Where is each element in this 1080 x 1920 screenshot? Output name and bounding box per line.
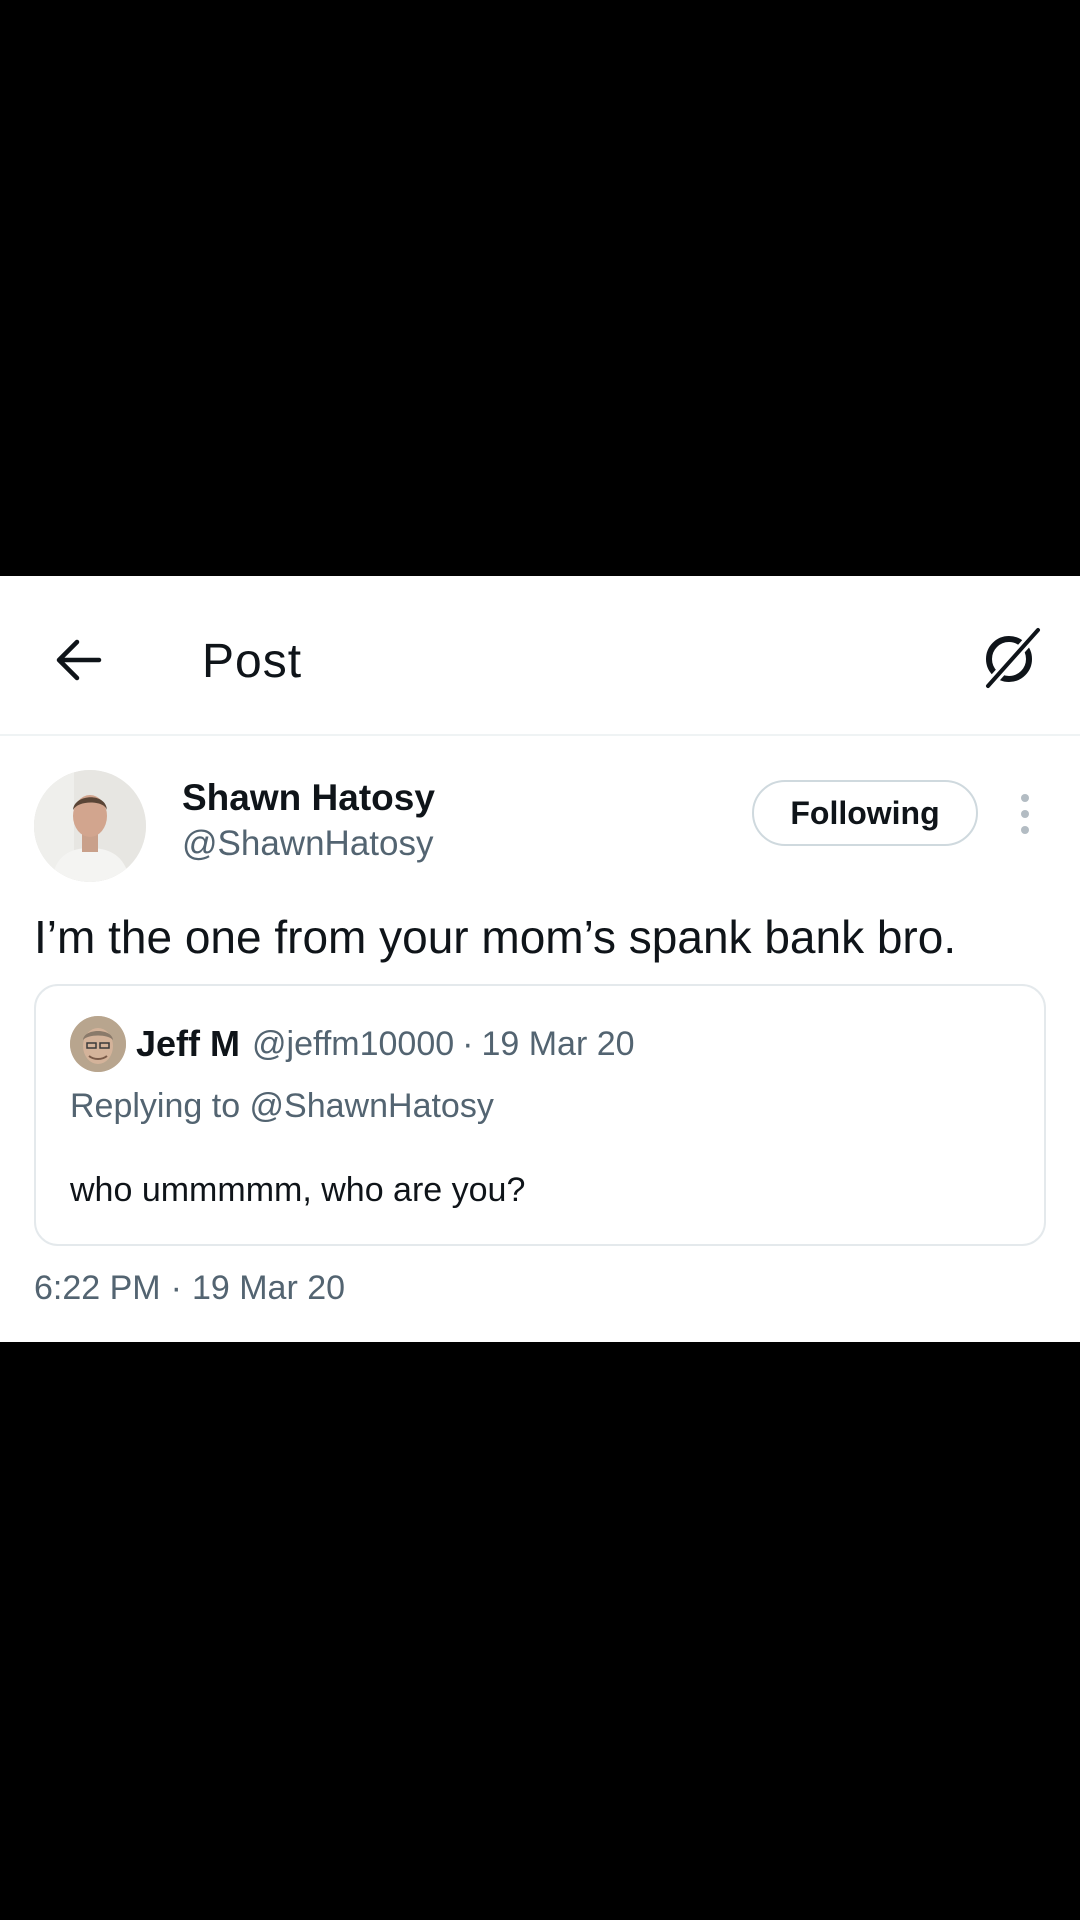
more-dot-icon (1021, 826, 1029, 834)
more-options-button[interactable] (1010, 774, 1040, 854)
tweet-text: I’m the one from your mom’s spank bank b… (34, 911, 957, 963)
quoted-tweet[interactable]: Jeff M @jeffm10000 · 19 Mar 20 Replying … (34, 984, 1046, 1246)
quoted-date: 19 Mar 20 (481, 1024, 635, 1063)
timestamp-separator: · (170, 1269, 182, 1307)
quoted-separator: · (462, 1024, 474, 1063)
replying-to-text: Replying to @ShawnHatosy (70, 1087, 494, 1125)
more-dot-icon (1021, 794, 1029, 802)
author-avatar[interactable] (34, 770, 146, 882)
grok-icon (983, 625, 1043, 690)
avatar-photo (34, 770, 146, 882)
letterbox-top (0, 0, 1080, 576)
letterbox-bottom (0, 1342, 1080, 1920)
quoted-author-name: Jeff M (136, 1023, 241, 1064)
back-button[interactable] (48, 630, 108, 690)
more-dot-icon (1021, 810, 1029, 818)
arrow-left-icon (56, 639, 102, 681)
tweet-time: 6:22 PM (34, 1269, 161, 1307)
top-app-bar: Post (0, 576, 1080, 736)
author-name[interactable]: Shawn Hatosy (182, 776, 435, 820)
tweet-timestamp: 6:22 PM · 19 Mar 20 (34, 1266, 345, 1310)
following-button[interactable]: Following (752, 780, 978, 846)
quoted-author-handle: @jeffm10000 (252, 1024, 455, 1063)
quoted-author-avatar (70, 1016, 126, 1072)
post-card: Post Shawn Hatosy @ShawnHatosy Following… (0, 576, 1080, 1342)
page-title: Post (202, 635, 303, 688)
quoted-tweet-text: who ummmmm, who are you? (70, 1171, 526, 1209)
quoted-header: Jeff M @jeffm10000 · 19 Mar 20 (136, 1020, 635, 1068)
grok-button[interactable] (976, 622, 1046, 692)
quoted-avatar-photo (70, 1016, 126, 1072)
tweet-date: 19 Mar 20 (191, 1269, 346, 1307)
author-handle[interactable]: @ShawnHatosy (182, 822, 433, 866)
